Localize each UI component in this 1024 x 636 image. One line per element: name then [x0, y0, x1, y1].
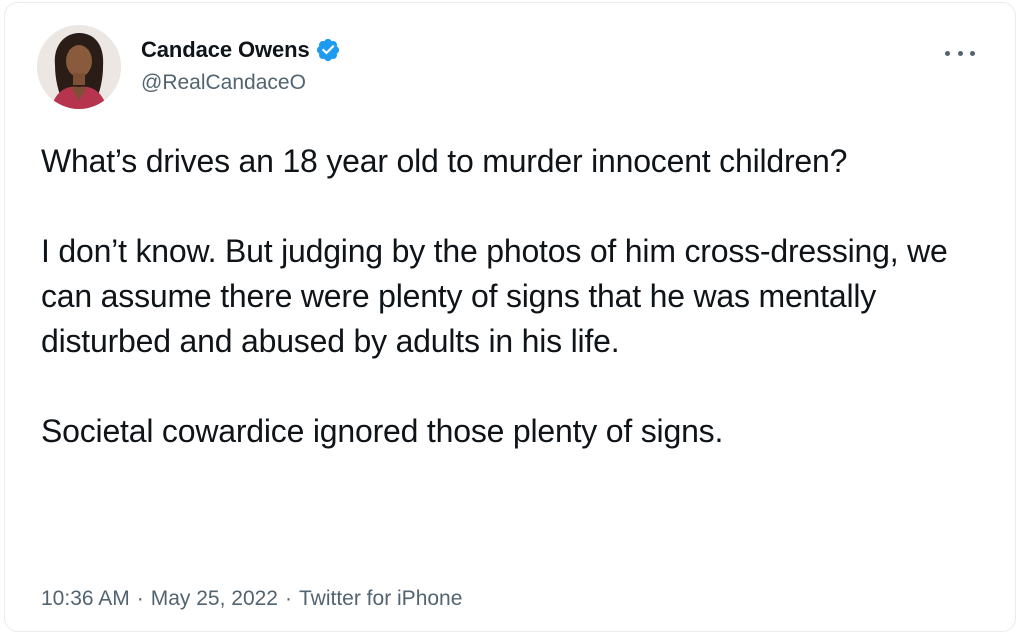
meta-separator: · — [285, 587, 292, 610]
more-dot — [970, 50, 975, 56]
author-avatar[interactable] — [37, 25, 121, 109]
author-names: Candace Owens @RealCandaceO — [141, 35, 341, 95]
tweet-meta: 10:36 AM · May 25, 2022 · Twitter for iP… — [41, 587, 462, 611]
tweet-header: Candace Owens @RealCandaceO — [37, 25, 991, 109]
tweet-date[interactable]: May 25, 2022 — [151, 587, 278, 611]
display-name-row: Candace Owens — [141, 35, 341, 65]
tweet-source[interactable]: Twitter for iPhone — [299, 587, 462, 611]
tweet-card: Candace Owens @RealCandaceO What’s drive… — [4, 2, 1016, 632]
tweet-time[interactable]: 10:36 AM — [41, 587, 130, 611]
tweet-text: What’s drives an 18 year old to murder i… — [41, 139, 1001, 454]
meta-separator: · — [136, 587, 144, 610]
author-handle[interactable]: @RealCandaceO — [141, 71, 341, 95]
author-display-name[interactable]: Candace Owens — [141, 37, 310, 63]
verified-badge-icon — [315, 37, 341, 63]
more-dot — [945, 50, 950, 56]
tweet-paragraph: Societal cowardice ignored those plenty … — [41, 413, 724, 449]
tweet-paragraph: I don’t know. But judging by the photos … — [41, 233, 948, 359]
tweet-paragraph: What’s drives an 18 year old to murder i… — [41, 143, 848, 179]
more-options-icon[interactable] — [945, 43, 975, 63]
more-dot — [957, 50, 963, 56]
